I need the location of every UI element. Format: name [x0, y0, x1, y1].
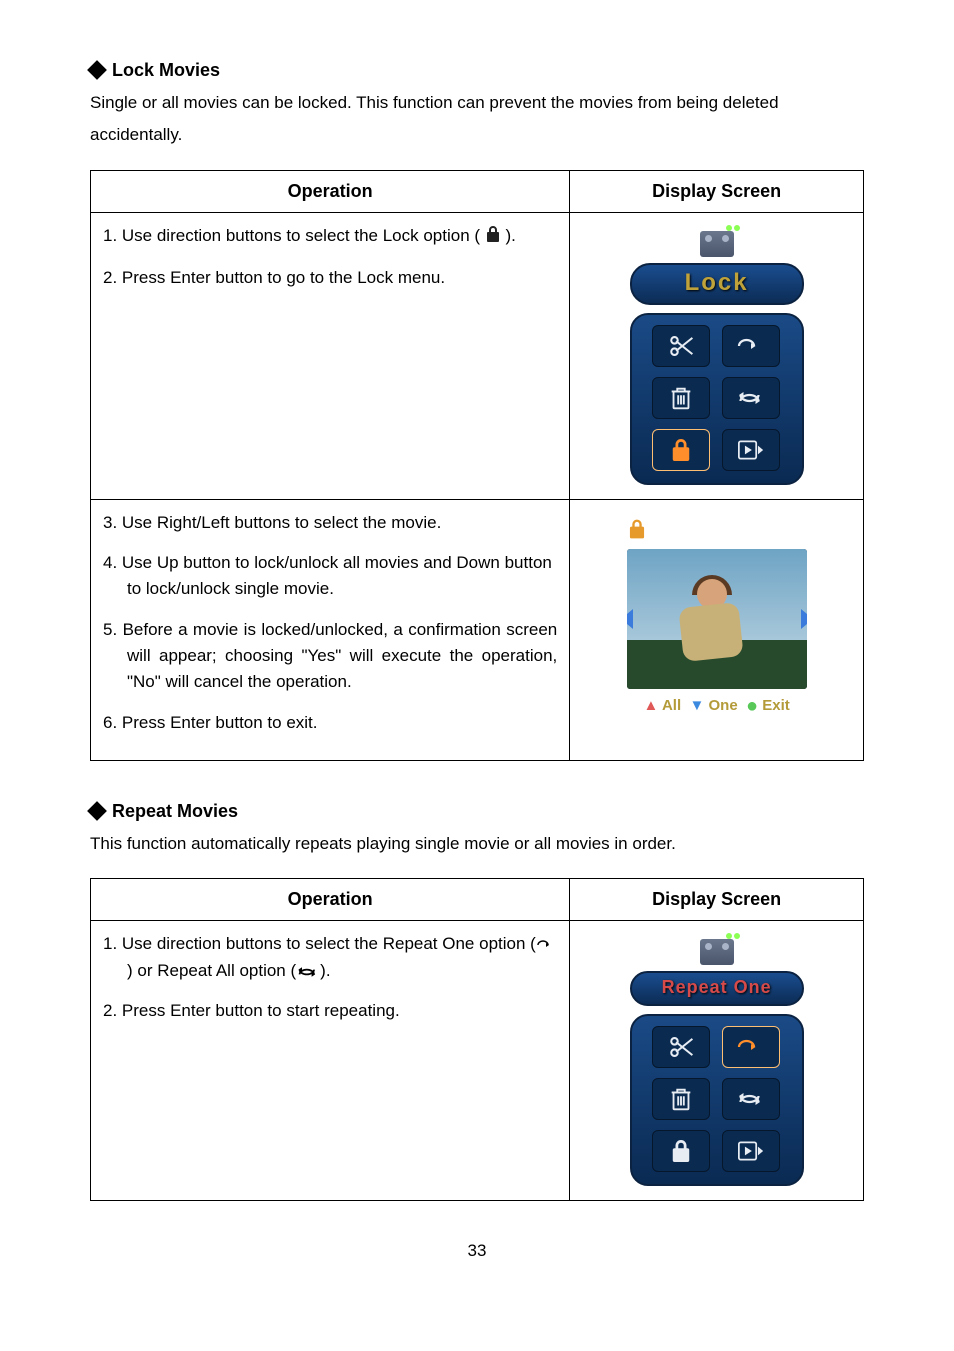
scissors-icon: [652, 325, 710, 367]
repeat-op-row1: 1. Use direction buttons to select the R…: [91, 921, 570, 1201]
section-heading-lock: Lock Movies: [90, 60, 864, 81]
preview-image: [627, 549, 807, 689]
lock-table: Operation Display Screen 1. Use directio…: [90, 170, 864, 761]
lock-op-row2: 3. Use Right/Left buttons to select the …: [91, 499, 570, 760]
lock-step1-a: 1. Use direction buttons to select the L…: [103, 226, 480, 245]
film-icon: [700, 939, 734, 965]
repeat-one-inline-icon: [536, 934, 556, 953]
repeat-one-icon: [722, 325, 780, 367]
repeat-step1a: 1. Use direction buttons to select the R…: [103, 934, 536, 953]
repeat-all-icon: [722, 1078, 780, 1120]
down-triangle-icon: ▼: [689, 697, 704, 714]
legend-one: One: [708, 697, 737, 714]
menu-panel-lock: [630, 313, 804, 485]
lock-indicator-icon: [617, 518, 817, 549]
section-intro-repeat: This function automatically repeats play…: [90, 828, 864, 860]
title-pill-lock: Lock: [630, 263, 804, 305]
section-intro-lock: Single or all movies can be locked. This…: [90, 87, 864, 152]
up-triangle-icon: ▲: [643, 697, 658, 714]
col-display: Display Screen: [570, 879, 864, 921]
section-heading-repeat: Repeat Movies: [90, 801, 864, 822]
film-icon: [700, 231, 734, 257]
diamond-icon: [87, 801, 107, 821]
ok-circle-icon: ●: [746, 695, 758, 717]
slideshow-icon: [722, 429, 780, 471]
lock-step4: 4. Use Up button to lock/unlock all movi…: [103, 550, 557, 603]
diamond-icon: [87, 60, 107, 80]
lock-step2: 2. Press Enter button to go to the Lock …: [103, 265, 557, 291]
nav-right-icon: [801, 609, 807, 629]
legend-bar: ▲ All ▼ One ● Exit: [624, 695, 810, 718]
heading-text: Lock Movies: [112, 60, 220, 80]
nav-left-icon: [627, 609, 633, 629]
lock-op-row1: 1. Use direction buttons to select the L…: [91, 212, 570, 499]
title-pill-repeat: Repeat One: [630, 971, 804, 1006]
col-display: Display Screen: [570, 170, 864, 212]
lock-step6: 6. Press Enter button to exit.: [103, 710, 557, 736]
legend-all: All: [662, 697, 681, 714]
lock-display-row1: Lock: [570, 212, 864, 499]
col-operation: Operation: [91, 170, 570, 212]
lock-step3: 3. Use Right/Left buttons to select the …: [103, 510, 557, 536]
col-operation: Operation: [91, 879, 570, 921]
trash-icon: [652, 1078, 710, 1120]
menu-panel-repeat: [630, 1014, 804, 1186]
page-number: 33: [90, 1241, 864, 1261]
lock-icon: [485, 225, 501, 251]
repeat-step1b: ) or Repeat All option (: [127, 961, 296, 980]
repeat-all-icon: [722, 377, 780, 419]
heading-text: Repeat Movies: [112, 801, 238, 821]
repeat-display-row1: Repeat One: [570, 921, 864, 1201]
repeat-table: Operation Display Screen 1. Use directio…: [90, 878, 864, 1201]
trash-icon: [652, 377, 710, 419]
slideshow-icon: [722, 1130, 780, 1172]
lock-icon: [652, 1130, 710, 1172]
repeat-step2: 2. Press Enter button to start repeating…: [103, 998, 557, 1024]
repeat-step1c: ).: [320, 961, 330, 980]
repeat-one-icon-highlighted: [722, 1026, 780, 1068]
scissors-icon: [652, 1026, 710, 1068]
lock-display-row2: ▲ All ▼ One ● Exit: [570, 499, 864, 760]
lock-step5: 5. Before a movie is locked/unlocked, a …: [103, 617, 557, 696]
lock-icon-highlighted: [652, 429, 710, 471]
repeat-all-inline-icon: [296, 961, 320, 980]
lock-step1-b: ).: [506, 226, 516, 245]
legend-exit: Exit: [762, 697, 790, 714]
